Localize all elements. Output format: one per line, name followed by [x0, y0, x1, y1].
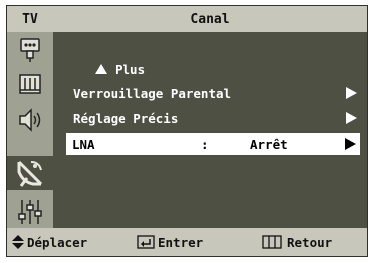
- tv-label: TV: [7, 6, 53, 32]
- footer-enter-label: Entrer: [158, 234, 204, 250]
- menu-item-more[interactable]: Plus: [95, 58, 374, 80]
- right-arrow-icon: [346, 87, 357, 99]
- menu-item-lna[interactable]: LNA : Arrêt: [66, 133, 360, 155]
- menu-item-parental-lock[interactable]: Verrouillage Parental: [73, 82, 357, 104]
- osd-menu-window: TV Canal Plus Verrouillage Parental Régl…: [6, 5, 368, 257]
- right-arrow-icon: [345, 138, 356, 150]
- up-down-icon: [12, 235, 24, 249]
- right-arrow-icon: [346, 112, 357, 124]
- menu-item-label: LNA: [72, 136, 95, 152]
- footer-help-bar: Déplacer Entrer Retour: [7, 228, 367, 256]
- up-arrow-icon: [95, 64, 107, 74]
- footer-move-label: Déplacer: [27, 234, 88, 250]
- footer-enter: Entrer: [137, 228, 203, 256]
- picture-icon[interactable]: [14, 70, 46, 98]
- menu-item-more-label: Plus: [115, 61, 146, 77]
- input-icon[interactable]: [14, 36, 46, 64]
- footer-move: Déplacer: [11, 228, 87, 256]
- menu-icon: [262, 235, 282, 249]
- menu-item-value: Arrêt: [250, 136, 288, 152]
- menu-item-fine-tune[interactable]: Réglage Précis: [73, 107, 357, 129]
- footer-return: Retour: [262, 228, 332, 256]
- footer-return-label: Retour: [287, 234, 333, 250]
- menu-item-separator: :: [201, 136, 209, 152]
- setup-icon[interactable]: [14, 198, 46, 226]
- enter-icon: [137, 235, 155, 249]
- menu-item-label: Verrouillage Parental: [73, 85, 232, 101]
- sidebar: TV: [7, 6, 53, 230]
- sound-icon[interactable]: [14, 106, 46, 134]
- menu-item-label: Réglage Précis: [73, 110, 179, 126]
- menu-title: Canal: [53, 6, 367, 32]
- channel-antenna-icon[interactable]: [7, 156, 53, 190]
